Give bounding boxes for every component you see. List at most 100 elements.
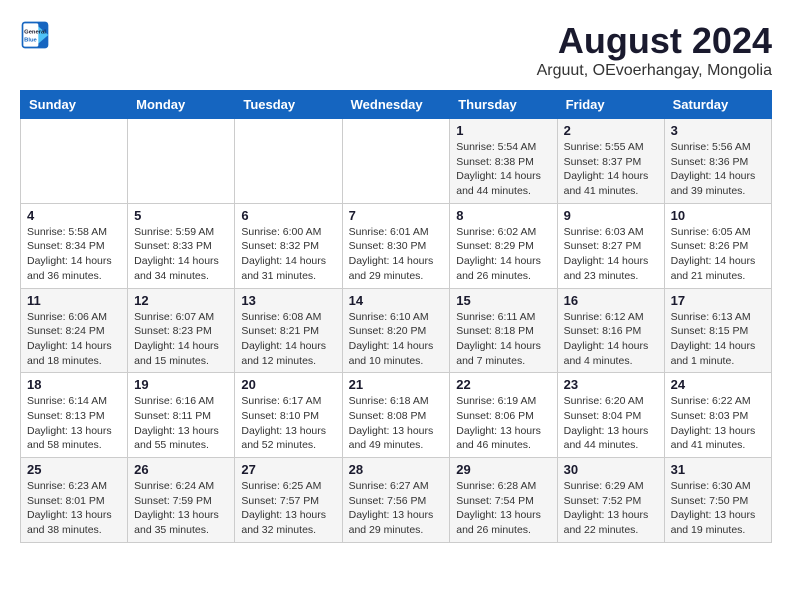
day-number: 28	[349, 462, 444, 477]
calendar-body: 1 Sunrise: 5:54 AM Sunset: 8:38 PM Daylig…	[21, 119, 772, 543]
day-cell: 13Sunrise: 6:08 AM Sunset: 8:21 PM Dayli…	[235, 288, 342, 373]
day-info: Sunrise: 6:10 AM Sunset: 8:20 PM Dayligh…	[349, 310, 444, 369]
header-cell-sunday: Sunday	[21, 91, 128, 119]
day-info: Sunrise: 6:07 AM Sunset: 8:23 PM Dayligh…	[134, 310, 228, 369]
day-cell: 2 Sunrise: 5:55 AM Sunset: 8:37 PM Daylig…	[557, 119, 664, 204]
day-info: Sunrise: 6:23 AM Sunset: 8:01 PM Dayligh…	[27, 479, 121, 538]
week-row-4: 25 Sunrise: 6:23 AM Sunset: 8:01 PM Dayli…	[21, 458, 772, 543]
day-info: Sunrise: 6:25 AM Sunset: 7:57 PM Dayligh…	[241, 479, 335, 538]
day-number: 17	[671, 293, 765, 308]
day-cell: 22Sunrise: 6:19 AM Sunset: 8:06 PM Dayli…	[450, 373, 557, 458]
day-info: Sunrise: 6:24 AM Sunset: 7:59 PM Dayligh…	[134, 479, 228, 538]
day-info: Sunrise: 6:05 AM Sunset: 8:26 PM Dayligh…	[671, 225, 765, 284]
day-info: Sunrise: 6:06 AM Sunset: 8:24 PM Dayligh…	[27, 310, 121, 369]
header-cell-saturday: Saturday	[664, 91, 771, 119]
day-info: Sunrise: 6:17 AM Sunset: 8:10 PM Dayligh…	[241, 394, 335, 453]
day-cell: 28Sunrise: 6:27 AM Sunset: 7:56 PM Dayli…	[342, 458, 450, 543]
day-cell	[21, 119, 128, 204]
day-number: 24	[671, 377, 765, 392]
week-row-1: 4 Sunrise: 5:58 AM Sunset: 8:34 PM Daylig…	[21, 203, 772, 288]
day-number: 9	[564, 208, 658, 223]
location: Arguut, OEvoerhangay, Mongolia	[537, 62, 772, 80]
week-row-0: 1 Sunrise: 5:54 AM Sunset: 8:38 PM Daylig…	[21, 119, 772, 204]
day-cell: 19 Sunrise: 6:16 AM Sunset: 8:11 PM Dayli…	[128, 373, 235, 458]
day-number: 16	[564, 293, 658, 308]
day-number: 10	[671, 208, 765, 223]
day-info: Sunrise: 6:11 AM Sunset: 8:18 PM Dayligh…	[456, 310, 550, 369]
day-number: 7	[349, 208, 444, 223]
day-info: Sunrise: 6:16 AM Sunset: 8:11 PM Dayligh…	[134, 394, 228, 453]
day-info: Sunrise: 6:14 AM Sunset: 8:13 PM Dayligh…	[27, 394, 121, 453]
day-cell: 23 Sunrise: 6:20 AM Sunset: 8:04 PM Dayli…	[557, 373, 664, 458]
day-info: Sunrise: 5:56 AM Sunset: 8:36 PM Dayligh…	[671, 140, 765, 199]
day-number: 25	[27, 462, 121, 477]
header-row: SundayMondayTuesdayWednesdayThursdayFrid…	[21, 91, 772, 119]
day-number: 20	[241, 377, 335, 392]
day-number: 4	[27, 208, 121, 223]
day-info: Sunrise: 6:00 AM Sunset: 8:32 PM Dayligh…	[241, 225, 335, 284]
day-info: Sunrise: 6:03 AM Sunset: 8:27 PM Dayligh…	[564, 225, 658, 284]
day-cell: 6Sunrise: 6:00 AM Sunset: 8:32 PM Daylig…	[235, 203, 342, 288]
day-cell: 14 Sunrise: 6:10 AM Sunset: 8:20 PM Dayli…	[342, 288, 450, 373]
day-info: Sunrise: 6:13 AM Sunset: 8:15 PM Dayligh…	[671, 310, 765, 369]
day-cell: 21 Sunrise: 6:18 AM Sunset: 8:08 PM Dayli…	[342, 373, 450, 458]
day-info: Sunrise: 6:28 AM Sunset: 7:54 PM Dayligh…	[456, 479, 550, 538]
header-cell-monday: Monday	[128, 91, 235, 119]
day-info: Sunrise: 6:08 AM Sunset: 8:21 PM Dayligh…	[241, 310, 335, 369]
day-cell: 20 Sunrise: 6:17 AM Sunset: 8:10 PM Dayli…	[235, 373, 342, 458]
day-cell	[128, 119, 235, 204]
day-number: 12	[134, 293, 228, 308]
day-number: 1	[456, 123, 550, 138]
title-block: August 2024 Arguut, OEvoerhangay, Mongol…	[537, 20, 772, 80]
logo-icon: General Blue	[20, 20, 50, 50]
day-cell: 9 Sunrise: 6:03 AM Sunset: 8:27 PM Daylig…	[557, 203, 664, 288]
day-number: 11	[27, 293, 121, 308]
day-number: 2	[564, 123, 658, 138]
day-info: Sunrise: 5:58 AM Sunset: 8:34 PM Dayligh…	[27, 225, 121, 284]
day-cell: 5 Sunrise: 5:59 AM Sunset: 8:33 PM Daylig…	[128, 203, 235, 288]
day-number: 21	[349, 377, 444, 392]
day-cell	[235, 119, 342, 204]
day-cell: 3 Sunrise: 5:56 AM Sunset: 8:36 PM Daylig…	[664, 119, 771, 204]
day-info: Sunrise: 6:30 AM Sunset: 7:50 PM Dayligh…	[671, 479, 765, 538]
day-cell: 4 Sunrise: 5:58 AM Sunset: 8:34 PM Daylig…	[21, 203, 128, 288]
day-number: 5	[134, 208, 228, 223]
day-info: Sunrise: 6:29 AM Sunset: 7:52 PM Dayligh…	[564, 479, 658, 538]
day-number: 27	[241, 462, 335, 477]
calendar-header: SundayMondayTuesdayWednesdayThursdayFrid…	[21, 91, 772, 119]
day-cell: 31 Sunrise: 6:30 AM Sunset: 7:50 PM Dayli…	[664, 458, 771, 543]
day-cell: 26Sunrise: 6:24 AM Sunset: 7:59 PM Dayli…	[128, 458, 235, 543]
day-cell: 11 Sunrise: 6:06 AM Sunset: 8:24 PM Dayli…	[21, 288, 128, 373]
day-info: Sunrise: 6:18 AM Sunset: 8:08 PM Dayligh…	[349, 394, 444, 453]
day-cell: 15Sunrise: 6:11 AM Sunset: 8:18 PM Dayli…	[450, 288, 557, 373]
day-cell: 10 Sunrise: 6:05 AM Sunset: 8:26 PM Dayli…	[664, 203, 771, 288]
day-cell: 16Sunrise: 6:12 AM Sunset: 8:16 PM Dayli…	[557, 288, 664, 373]
day-number: 14	[349, 293, 444, 308]
day-cell: 8Sunrise: 6:02 AM Sunset: 8:29 PM Daylig…	[450, 203, 557, 288]
day-cell: 18Sunrise: 6:14 AM Sunset: 8:13 PM Dayli…	[21, 373, 128, 458]
header-cell-tuesday: Tuesday	[235, 91, 342, 119]
day-cell: 7 Sunrise: 6:01 AM Sunset: 8:30 PM Daylig…	[342, 203, 450, 288]
day-number: 3	[671, 123, 765, 138]
day-info: Sunrise: 6:01 AM Sunset: 8:30 PM Dayligh…	[349, 225, 444, 284]
week-row-2: 11 Sunrise: 6:06 AM Sunset: 8:24 PM Dayli…	[21, 288, 772, 373]
day-cell: 1 Sunrise: 5:54 AM Sunset: 8:38 PM Daylig…	[450, 119, 557, 204]
day-info: Sunrise: 6:20 AM Sunset: 8:04 PM Dayligh…	[564, 394, 658, 453]
day-info: Sunrise: 6:19 AM Sunset: 8:06 PM Dayligh…	[456, 394, 550, 453]
day-cell: 24Sunrise: 6:22 AM Sunset: 8:03 PM Dayli…	[664, 373, 771, 458]
day-number: 31	[671, 462, 765, 477]
day-info: Sunrise: 5:54 AM Sunset: 8:38 PM Dayligh…	[456, 140, 550, 199]
day-cell	[342, 119, 450, 204]
day-cell: 29Sunrise: 6:28 AM Sunset: 7:54 PM Dayli…	[450, 458, 557, 543]
month-year: August 2024	[537, 20, 772, 62]
day-cell: 30Sunrise: 6:29 AM Sunset: 7:52 PM Dayli…	[557, 458, 664, 543]
day-info: Sunrise: 5:59 AM Sunset: 8:33 PM Dayligh…	[134, 225, 228, 284]
day-cell: 25 Sunrise: 6:23 AM Sunset: 8:01 PM Dayli…	[21, 458, 128, 543]
header-cell-thursday: Thursday	[450, 91, 557, 119]
day-number: 19	[134, 377, 228, 392]
calendar-table: SundayMondayTuesdayWednesdayThursdayFrid…	[20, 90, 772, 543]
day-info: Sunrise: 5:55 AM Sunset: 8:37 PM Dayligh…	[564, 140, 658, 199]
day-number: 23	[564, 377, 658, 392]
header-cell-wednesday: Wednesday	[342, 91, 450, 119]
logo: General Blue	[20, 20, 50, 50]
